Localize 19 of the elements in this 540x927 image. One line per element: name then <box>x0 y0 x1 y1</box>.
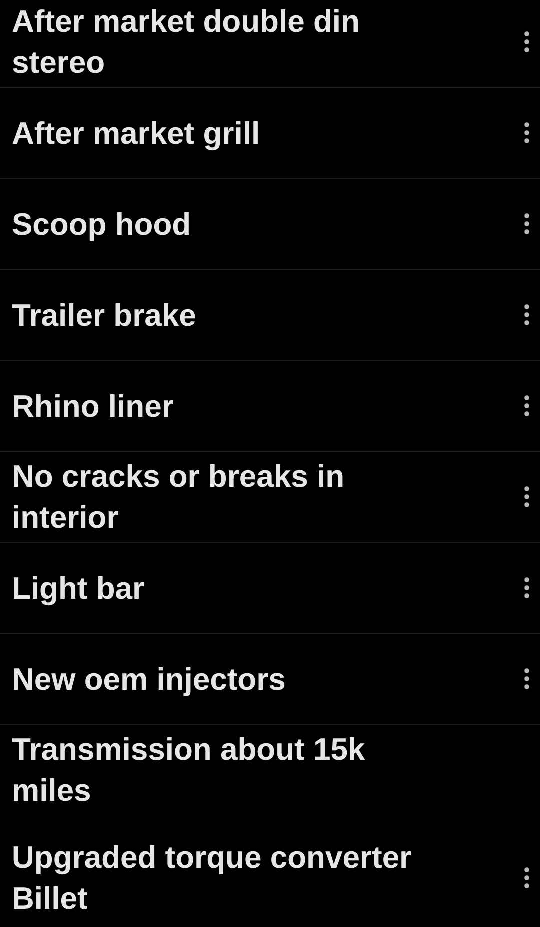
list-item-text: No cracks or breaks in interior <box>12 458 346 537</box>
more-options-icon[interactable] <box>524 395 530 417</box>
more-options-icon[interactable] <box>524 668 530 690</box>
list-item-text: Upgraded torque converter Billet <box>12 839 413 918</box>
list-item-text: Trailer brake <box>12 296 196 334</box>
list-item-text: After market grill <box>12 114 260 153</box>
list-item-text: Transmission about 15k miles <box>12 731 366 810</box>
more-options-icon[interactable] <box>524 486 530 508</box>
more-options-icon[interactable] <box>524 31 530 53</box>
list-item-text: After market double din stereo <box>12 3 361 82</box>
more-options-icon[interactable] <box>524 867 530 889</box>
list-item-text: New oem injectors <box>12 660 286 698</box>
list-item-text: Light bar <box>12 570 145 608</box>
more-options-icon[interactable] <box>524 213 530 235</box>
more-options-icon[interactable] <box>524 122 530 144</box>
list-item-text: Scoop hood <box>12 206 192 244</box>
more-options-icon[interactable] <box>524 304 530 326</box>
more-options-icon[interactable] <box>524 577 530 599</box>
list-item-text: Rhino liner <box>12 388 174 426</box>
